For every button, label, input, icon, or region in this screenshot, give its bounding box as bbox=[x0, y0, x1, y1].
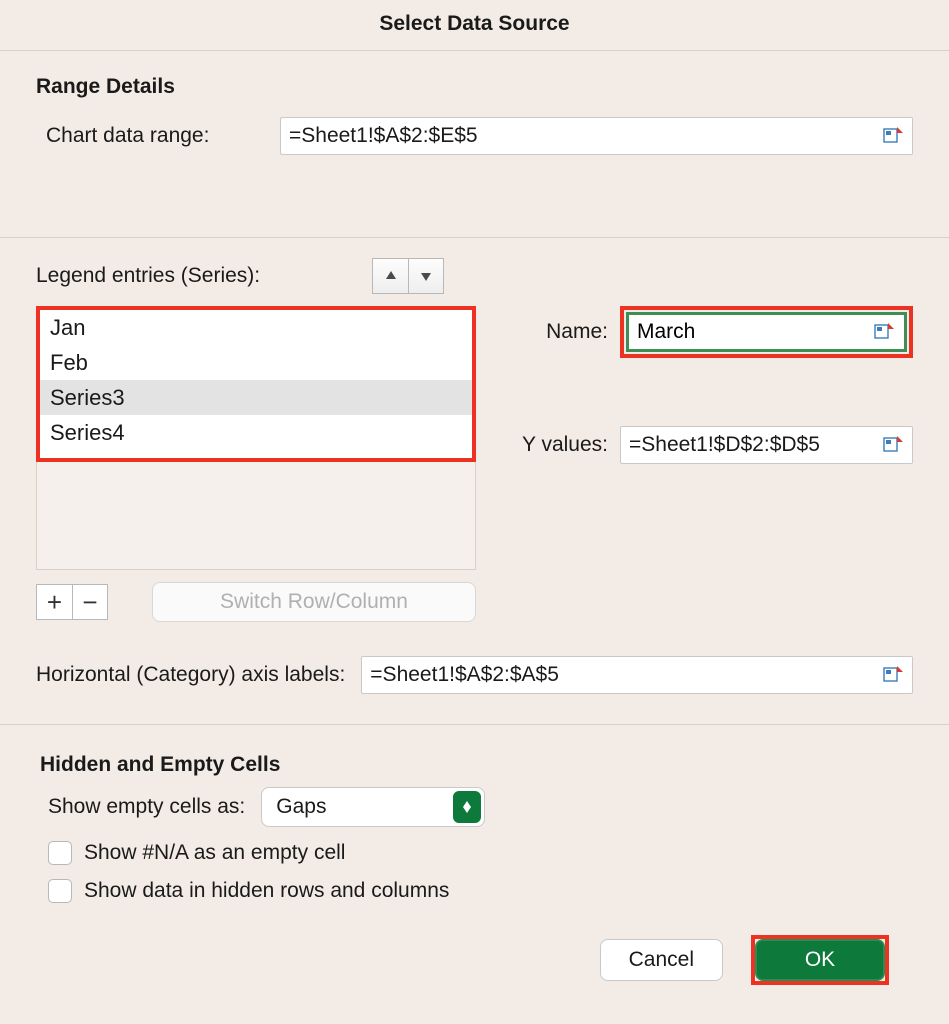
y-values-row: Y values: bbox=[504, 426, 913, 464]
divider bbox=[0, 724, 949, 725]
ok-highlight: OK bbox=[751, 935, 889, 985]
series-item[interactable]: Feb bbox=[40, 345, 472, 380]
series-list-controls: + − Switch Row/Column bbox=[36, 582, 476, 622]
chart-data-range-row: Chart data range: bbox=[36, 117, 913, 155]
series-name-highlight bbox=[620, 306, 913, 358]
add-series-button[interactable]: + bbox=[36, 584, 72, 620]
hidden-empty-section: Hidden and Empty Cells Show empty cells … bbox=[36, 753, 913, 917]
series-item[interactable]: Jan bbox=[40, 310, 472, 345]
chart-data-range-input-wrap bbox=[280, 117, 913, 155]
show-hidden-label: Show data in hidden rows and columns bbox=[84, 879, 449, 903]
y-values-label: Y values: bbox=[504, 433, 620, 457]
show-na-label: Show #N/A as an empty cell bbox=[84, 841, 345, 865]
series-name-input[interactable] bbox=[629, 315, 904, 349]
show-hidden-row: Show data in hidden rows and columns bbox=[40, 879, 913, 903]
dialog-footer: Cancel OK bbox=[36, 917, 913, 1003]
range-details-header: Range Details bbox=[36, 75, 913, 99]
range-details-section: Range Details Chart data range: bbox=[36, 75, 913, 155]
divider bbox=[0, 237, 949, 238]
add-remove-buttons: + − bbox=[36, 584, 108, 620]
show-empty-label: Show empty cells as: bbox=[48, 795, 245, 819]
chart-data-range-label: Chart data range: bbox=[46, 124, 280, 148]
reorder-buttons bbox=[372, 258, 444, 294]
series-left-panel: Legend entries (Series): Jan Feb Series3 bbox=[36, 258, 476, 622]
series-listbox[interactable]: Jan Feb Series3 Series4 bbox=[36, 306, 476, 462]
show-empty-select[interactable]: Gaps bbox=[261, 787, 485, 827]
y-values-input[interactable] bbox=[620, 426, 913, 464]
chart-data-range-input[interactable] bbox=[280, 117, 913, 155]
legend-heading-row: Legend entries (Series): bbox=[36, 258, 476, 294]
horizontal-axis-row: Horizontal (Category) axis labels: bbox=[36, 656, 913, 694]
show-na-row: Show #N/A as an empty cell bbox=[40, 841, 913, 865]
select-data-source-dialog: Select Data Source Range Details Chart d… bbox=[0, 0, 949, 1024]
horizontal-axis-label: Horizontal (Category) axis labels: bbox=[36, 663, 345, 687]
series-right-panel: Name: bbox=[504, 258, 913, 622]
legend-entries-label: Legend entries (Series): bbox=[36, 264, 260, 288]
show-hidden-checkbox[interactable] bbox=[48, 879, 72, 903]
y-values-input-wrap bbox=[620, 426, 913, 464]
dialog-title: Select Data Source bbox=[0, 0, 949, 51]
series-name-label: Name: bbox=[504, 320, 620, 344]
series-area: Legend entries (Series): Jan Feb Series3 bbox=[36, 258, 913, 622]
series-item[interactable]: Series3 bbox=[40, 380, 472, 415]
ok-button[interactable]: OK bbox=[755, 939, 885, 981]
horizontal-axis-input[interactable] bbox=[361, 656, 913, 694]
remove-series-button[interactable]: − bbox=[72, 584, 108, 620]
select-arrows-icon bbox=[453, 791, 481, 823]
show-empty-row: Show empty cells as: Gaps bbox=[40, 787, 913, 827]
switch-row-column-button[interactable]: Switch Row/Column bbox=[152, 582, 476, 622]
series-item[interactable]: Series4 bbox=[40, 415, 472, 450]
show-na-checkbox[interactable] bbox=[48, 841, 72, 865]
series-name-inner bbox=[626, 312, 907, 352]
series-name-row: Name: bbox=[504, 306, 913, 358]
hidden-empty-header: Hidden and Empty Cells bbox=[40, 753, 913, 777]
move-up-button[interactable] bbox=[372, 258, 408, 294]
move-down-button[interactable] bbox=[408, 258, 444, 294]
horizontal-axis-input-wrap bbox=[361, 656, 913, 694]
series-listbox-spacer bbox=[36, 462, 476, 570]
cancel-button[interactable]: Cancel bbox=[600, 939, 723, 981]
dialog-content: Range Details Chart data range: bbox=[0, 51, 949, 1024]
show-empty-value: Gaps bbox=[261, 787, 485, 827]
